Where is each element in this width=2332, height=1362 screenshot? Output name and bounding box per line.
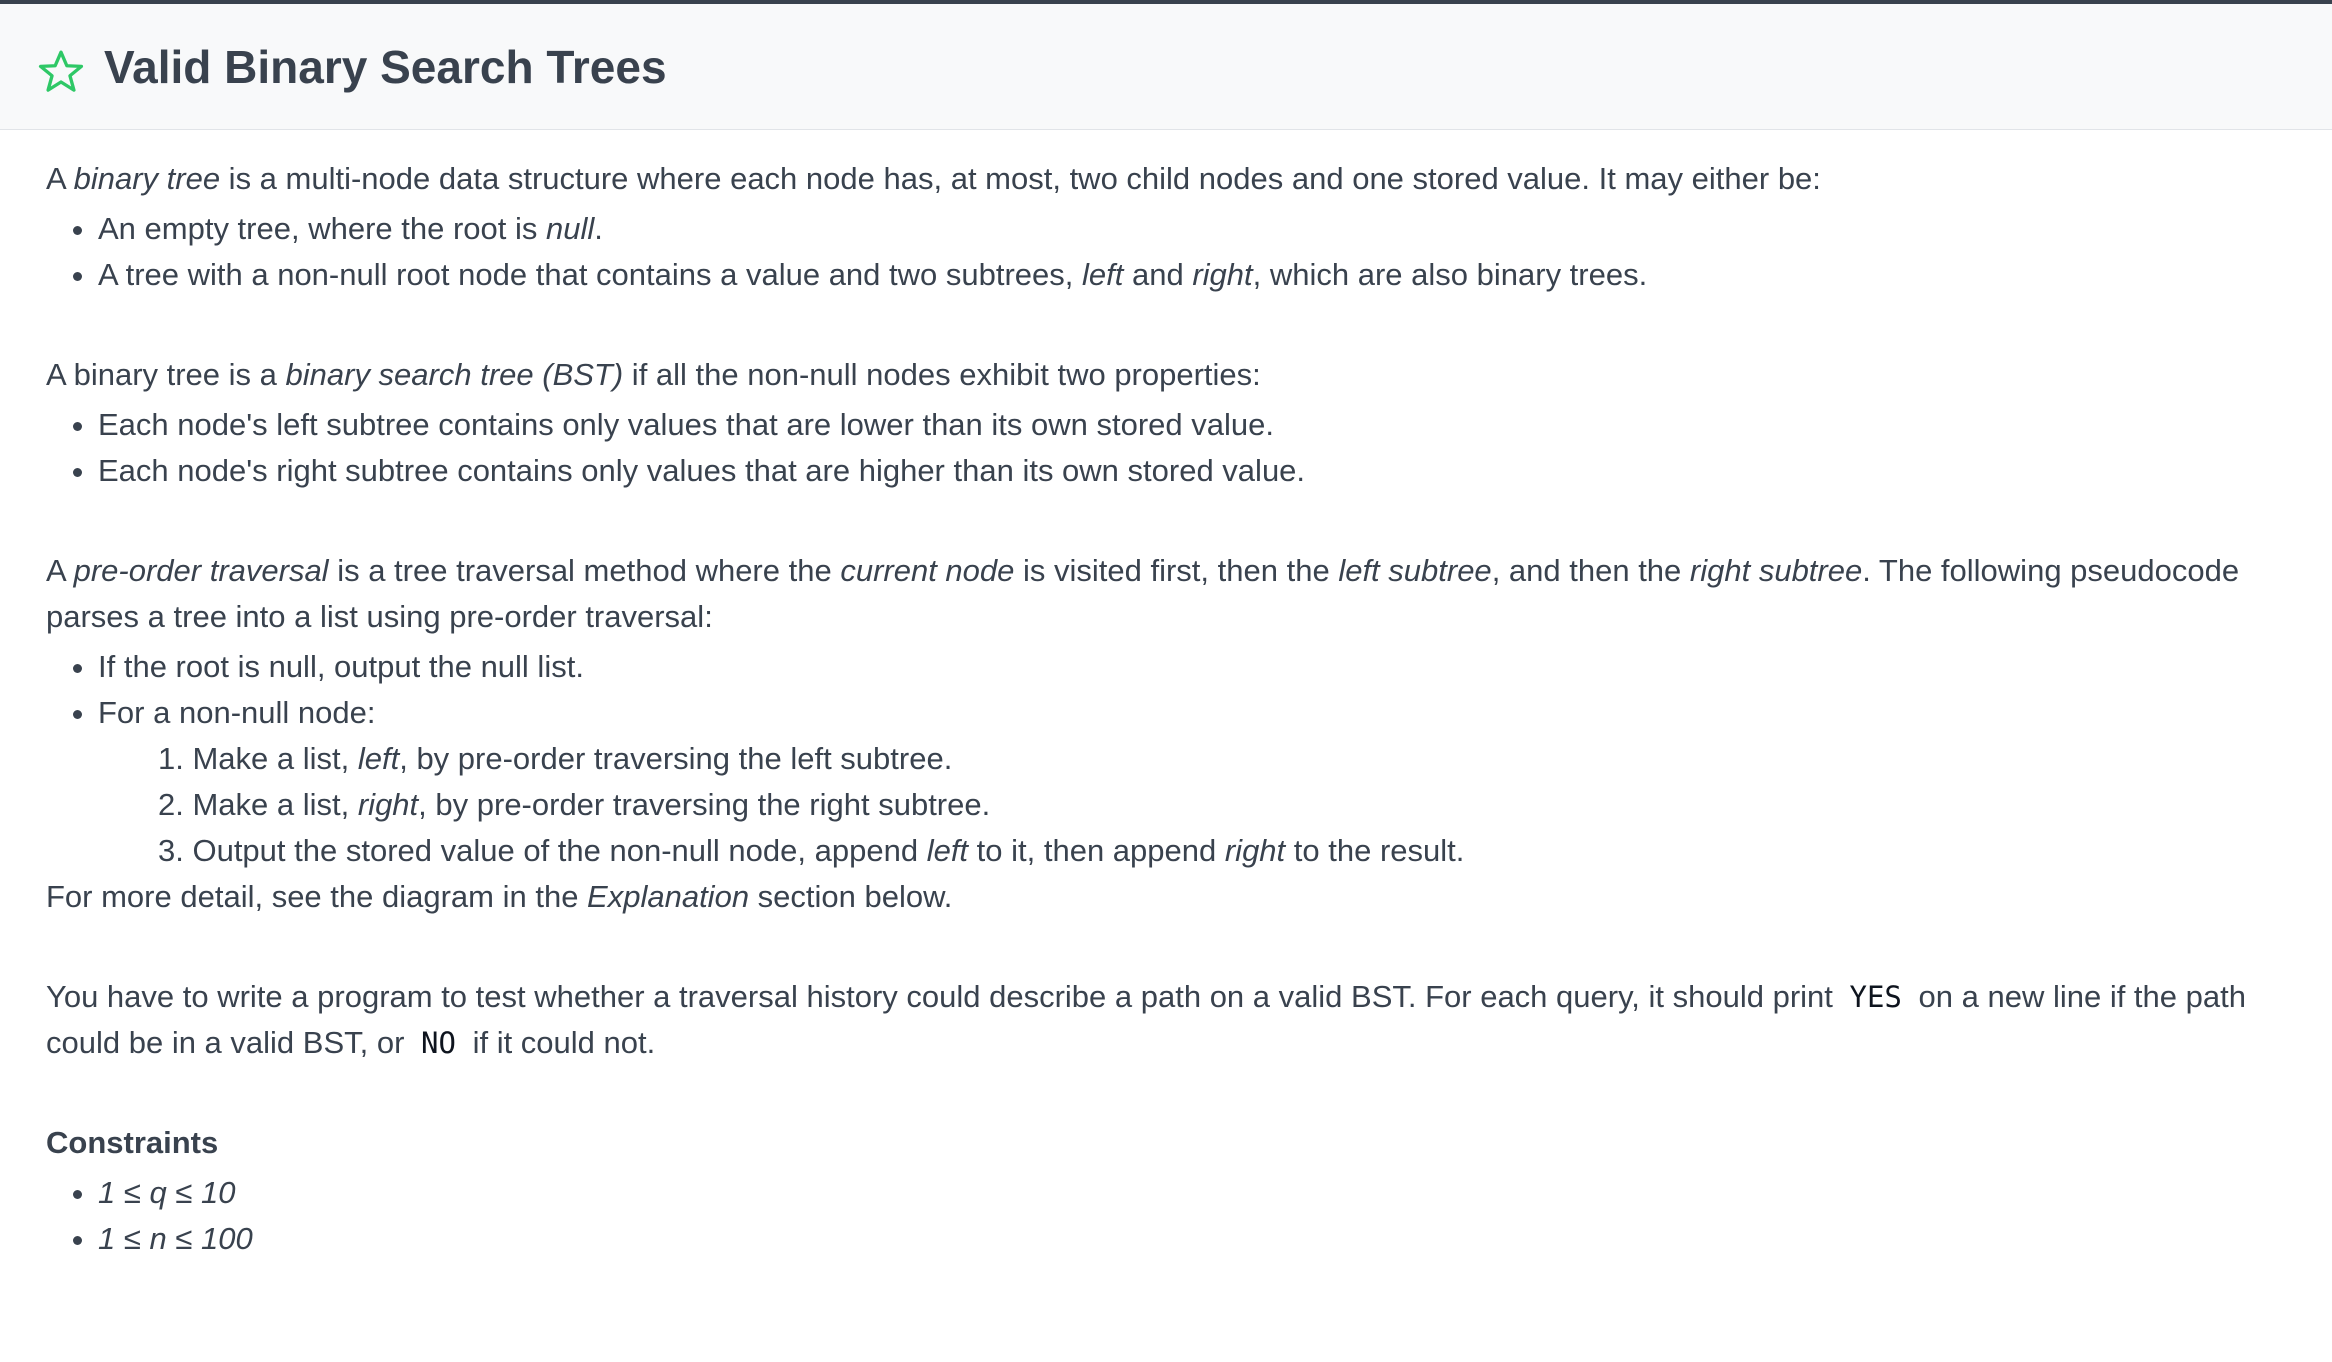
no-output-code: NO	[421, 1026, 456, 1060]
more-detail-note: For more detail, see the diagram in the …	[46, 879, 953, 914]
list-item: Each node's right subtree contains only …	[98, 448, 2286, 494]
list-item: A tree with a non-null root node that co…	[98, 252, 2286, 298]
bst-definition: A binary tree is a binary search tree (B…	[46, 357, 1261, 392]
list-item: For a non-null node: 1. Make a list, lef…	[98, 690, 2286, 874]
list-item: An empty tree, where the root is null.	[98, 206, 2286, 252]
list-item: Each node's left subtree contains only v…	[98, 402, 2286, 448]
challenge-header: Valid Binary Search Trees	[0, 4, 2332, 130]
page-title: Valid Binary Search Trees	[104, 40, 667, 93]
constraint-item: 1 ≤ q ≤ 10	[98, 1170, 2286, 1216]
preorder-definition: A pre-order traversal is a tree traversa…	[46, 553, 2240, 634]
constraint-item: 1 ≤ n ≤ 100	[98, 1216, 2286, 1262]
list-item: If the root is null, output the null lis…	[98, 644, 2286, 690]
yes-output-code: YES	[1849, 980, 1902, 1014]
constraints-heading: Constraints	[46, 1125, 219, 1160]
preorder-pseudocode: If the root is null, output the null lis…	[46, 644, 2286, 874]
star-outline-icon[interactable]	[36, 47, 86, 97]
problem-statement: A binary tree is a multi-node data struc…	[0, 130, 2332, 1262]
preorder-steps: 1. Make a list, left, by pre-order trave…	[98, 736, 2286, 874]
binary-tree-cases: An empty tree, where the root is null. A…	[46, 206, 2286, 298]
step-item: 3. Output the stored value of the non-nu…	[158, 833, 1465, 868]
step-item: 1. Make a list, left, by pre-order trave…	[158, 741, 953, 776]
step-item: 2. Make a list, right, by pre-order trav…	[158, 787, 991, 822]
bst-properties: Each node's left subtree contains only v…	[46, 402, 2286, 494]
task-description: You have to write a program to test whet…	[46, 979, 2246, 1060]
binary-tree-definition: A binary tree is a multi-node data struc…	[46, 161, 1821, 196]
constraints-list: 1 ≤ q ≤ 10 1 ≤ n ≤ 100	[46, 1170, 2286, 1262]
